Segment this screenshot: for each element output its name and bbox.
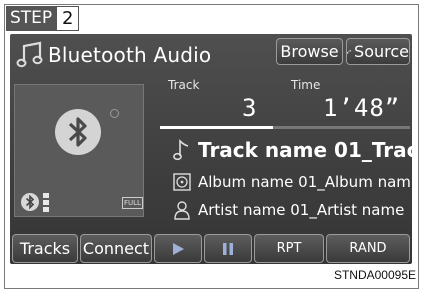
bluetooth-status-icon — [21, 193, 39, 211]
album-name: Album name 01_Album nam — [198, 173, 411, 191]
artist-name: Artist name 01_Artist name — [198, 201, 405, 219]
audio-screen: Bluetooth Audio Browse Source FULL Track… — [10, 34, 412, 264]
track-label: Track — [168, 78, 200, 92]
source-icon — [347, 49, 352, 54]
step-number: 2 — [57, 6, 80, 31]
track-name: Track name 01_Track — [198, 138, 412, 162]
registered-mark — [110, 109, 119, 118]
album-row: Album name 01_Album nam — [170, 170, 411, 194]
bluetooth-icon — [55, 109, 101, 155]
signal-strength-icon — [43, 193, 49, 212]
album-art: FULL — [14, 84, 144, 217]
album-icon — [170, 170, 194, 194]
track-number: 3 — [242, 94, 257, 122]
progress-fill — [160, 126, 273, 129]
artist-icon — [170, 198, 194, 222]
music-note-icon — [170, 138, 194, 162]
time-label: Time — [291, 78, 321, 92]
connect-button[interactable]: Connect — [80, 234, 152, 263]
browse-button[interactable]: Browse — [276, 38, 343, 65]
play-icon — [173, 243, 184, 255]
control-bar: Tracks Connect RPT RAND — [12, 234, 410, 264]
battery-icon: FULL — [122, 197, 143, 209]
tracks-button[interactable]: Tracks — [12, 234, 78, 263]
artist-row: Artist name 01_Artist name — [170, 198, 404, 222]
step-badge: STEP 2 — [6, 6, 80, 31]
repeat-button[interactable]: RPT — [254, 234, 324, 263]
progress-bar — [160, 126, 410, 129]
pause-button[interactable] — [204, 234, 252, 263]
step-label: STEP — [6, 6, 58, 31]
source-button[interactable]: Source — [346, 38, 410, 65]
source-label: Source — [354, 42, 409, 61]
track-row: Track name 01_Track — [170, 138, 412, 162]
random-button[interactable]: RAND — [326, 234, 410, 263]
play-button[interactable] — [154, 234, 202, 263]
pause-icon — [223, 243, 233, 255]
screen-title: Bluetooth Audio — [48, 43, 212, 67]
figure-code: STNDA00095E — [333, 268, 416, 282]
elapsed-time: 1’48” — [323, 94, 401, 122]
battery-label: FULL — [124, 199, 141, 207]
music-note-icon — [16, 41, 43, 68]
